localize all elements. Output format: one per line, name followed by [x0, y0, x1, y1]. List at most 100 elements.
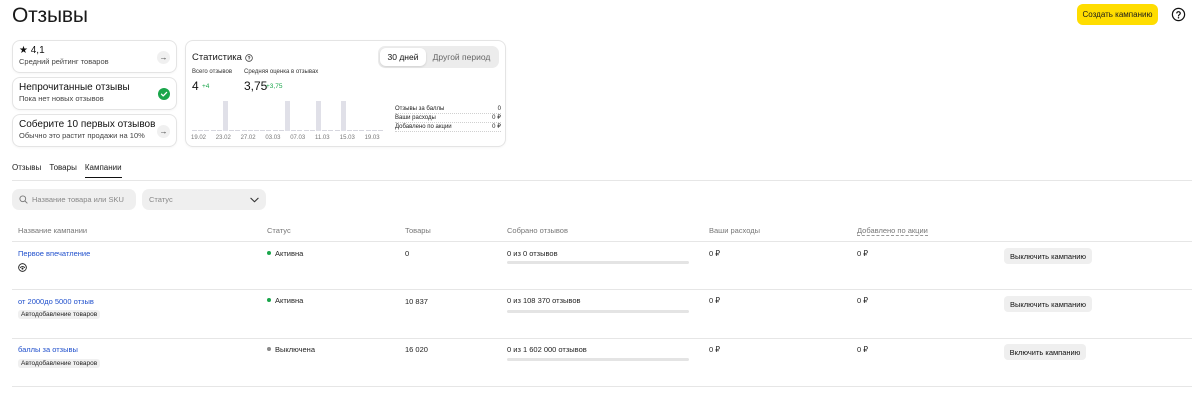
col-header-status: Статус — [267, 226, 291, 235]
chart-bar — [223, 101, 228, 131]
toggle-campaign-button[interactable]: Выключить кампанию — [1004, 296, 1092, 312]
added-cell: 0 ₽ — [857, 345, 869, 354]
question-icon[interactable] — [245, 53, 253, 62]
status-dot — [267, 251, 271, 256]
table-divider — [12, 338, 1192, 339]
chart-bar — [347, 130, 352, 131]
chart-bar — [309, 130, 315, 131]
chart-bar — [210, 130, 216, 131]
page-title: Отзывы — [12, 4, 88, 27]
search-icon — [19, 195, 28, 204]
toggle-campaign-button[interactable]: Выключить кампанию — [1004, 248, 1092, 264]
section-tabs: Отзывы Товары Кампании — [12, 163, 122, 178]
spent-cell: 0 ₽ — [709, 345, 721, 354]
chart-bar — [291, 130, 297, 131]
unread-reviews-card[interactable]: Непрочитанные отзывы Пока нет новых отзы… — [12, 77, 177, 110]
status-select[interactable]: Статус — [142, 189, 266, 210]
collect-caption: Обычно это растит продажи на 10% — [19, 131, 145, 140]
chart-x-tick: 11.03 — [315, 135, 330, 141]
chart-x-tick: 23.02 — [215, 135, 231, 141]
arrow-right-icon[interactable]: → — [157, 51, 170, 64]
added-cell: 0 ₽ — [857, 249, 869, 258]
summary-spent-row: Ваши расходы 0 ₽ — [395, 114, 501, 123]
arrow-right-icon[interactable]: → — [157, 125, 170, 138]
col-header-collected: Собрано отзывов — [507, 226, 568, 235]
collected-progress — [507, 310, 689, 313]
chart-x-tick: 03.03 — [265, 135, 281, 141]
col-header-products: Товары — [405, 226, 431, 235]
chart-bar — [359, 130, 365, 131]
total-reviews-delta: +4 — [202, 83, 210, 90]
collect-reviews-card[interactable]: Соберите 10 первых отзывов Обычно это ра… — [12, 114, 177, 147]
period-30-days[interactable]: 30 дней — [380, 48, 426, 66]
chart-bar — [254, 130, 259, 131]
chart-bar — [322, 130, 328, 131]
avg-rating-value: 3,75 — [244, 79, 268, 93]
campaign-link[interactable]: от 2000до 5000 отзыв — [18, 297, 94, 306]
col-header-added[interactable]: Добавлено по акции — [857, 226, 928, 236]
chart-bar — [340, 101, 346, 131]
added-cell: 0 ₽ — [857, 296, 869, 305]
avg-rating-label: Средняя оценка в отзывах — [244, 69, 319, 75]
col-header-name: Название кампании — [18, 226, 88, 235]
collected-cell: 0 из 108 370 отзывов — [507, 296, 581, 305]
chart-bar — [198, 130, 204, 131]
chart-bar — [285, 101, 290, 131]
rating-value-row: ★ 4,1 — [19, 45, 170, 57]
avg-rating-delta: +3,75 — [266, 83, 283, 90]
table-divider — [12, 386, 1192, 387]
tab-reviews[interactable]: Отзывы — [12, 163, 41, 178]
chart-bar — [247, 130, 253, 131]
chart-bar — [353, 130, 359, 131]
chart-bar — [297, 130, 303, 131]
status-dot — [267, 298, 271, 303]
chart-bar — [216, 130, 222, 131]
status-cell: Активна — [267, 296, 303, 305]
status-dot — [267, 347, 271, 352]
status-cell: Активна — [267, 249, 303, 258]
star-icon: ★ — [19, 45, 28, 56]
chart-bar — [229, 130, 235, 131]
chart-x-tick: 19.02 — [191, 135, 207, 141]
col-header-added-label: Добавлено по акции — [857, 226, 928, 236]
campaign-link[interactable]: Первое впечатление — [18, 249, 90, 258]
chevron-down-icon — [250, 197, 259, 202]
collected-cell: 0 из 0 отзывов — [507, 249, 558, 258]
chart-bar — [241, 130, 247, 131]
unread-title: Непрочитанные отзывы — [19, 82, 130, 93]
auto-add-tag: Автодобавление товаров — [18, 359, 101, 368]
summary-value: 0 ₽ — [492, 115, 501, 121]
chart-bar — [260, 130, 266, 131]
tab-products[interactable]: Товары — [49, 163, 77, 178]
col-header-spent: Ваши расходы — [709, 226, 760, 235]
products-cell: 16 020 — [405, 345, 428, 354]
summary-points-row: Отзывы за баллы 0 — [395, 105, 501, 114]
statistics-card: Статистика 30 дней Другой период Всего о… — [185, 40, 506, 147]
chart-bar — [328, 130, 334, 131]
collected-progress — [507, 358, 689, 361]
chart-bar — [378, 130, 383, 131]
create-campaign-button[interactable]: Создать кампанию — [1077, 4, 1158, 25]
summary-label: Отзывы за баллы — [395, 106, 445, 112]
tab-campaigns[interactable]: Кампании — [84, 163, 122, 178]
total-reviews-value: 4 — [192, 79, 199, 93]
chart-bar — [316, 101, 321, 131]
chart-bar — [192, 130, 197, 131]
auto-add-tag: Автодобавление товаров — [18, 310, 101, 319]
period-other[interactable]: Другой период — [426, 48, 497, 66]
products-cell: 0 — [405, 249, 410, 258]
reviews-bar-chart — [192, 99, 383, 131]
search-input[interactable] — [32, 195, 132, 204]
rating-card[interactable]: ★ 4,1 Средний рейтинг товаров → — [12, 40, 177, 73]
spent-cell: 0 ₽ — [709, 296, 721, 305]
tabs-divider — [12, 180, 1192, 181]
summary-label: Добавлено по акции — [395, 124, 452, 130]
summary-value: 0 — [497, 106, 501, 112]
help-icon[interactable] — [1171, 7, 1186, 22]
toggle-campaign-button[interactable]: Включить кампанию — [1004, 344, 1086, 360]
campaign-link[interactable]: баллы за отзывы — [18, 345, 78, 354]
table-divider — [12, 289, 1192, 290]
collected-progress — [507, 261, 689, 264]
chart-x-tick: 07.03 — [290, 135, 306, 141]
statistics-title: Статистика — [192, 52, 242, 63]
